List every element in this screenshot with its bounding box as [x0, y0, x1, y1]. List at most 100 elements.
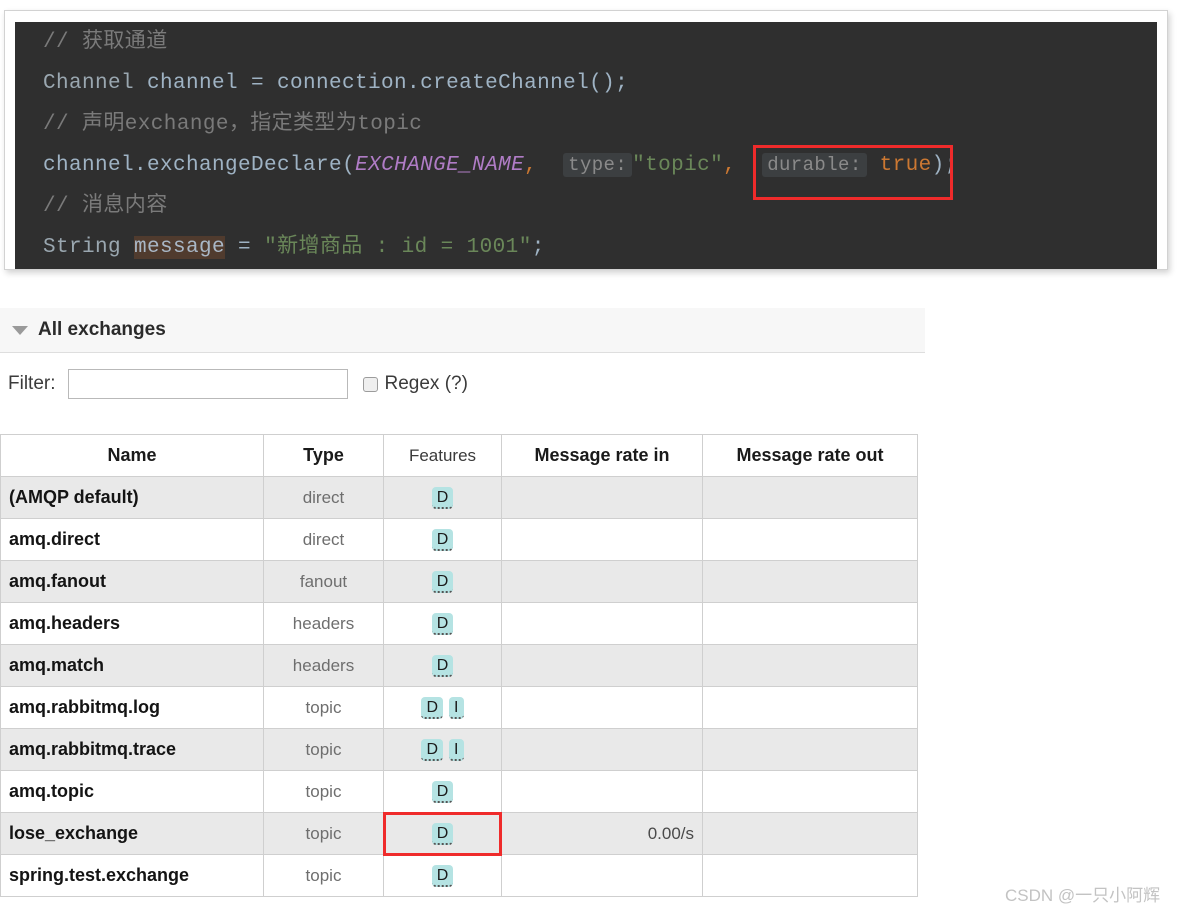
column-header-message-rate-in[interactable]: Message rate in — [501, 434, 703, 477]
code-token: , — [524, 154, 538, 177]
cell-features: D — [383, 476, 502, 519]
feature-badge-i[interactable]: I — [449, 696, 464, 719]
code-token: channel = connection. — [134, 72, 421, 95]
cell-message-rate-in — [501, 854, 703, 897]
code-line: // 获取通道 — [15, 22, 1157, 63]
cell-features: DI — [383, 728, 502, 771]
code-token: message — [134, 236, 226, 259]
cell-exchange-name[interactable]: amq.fanout — [0, 560, 264, 603]
table-row[interactable]: amq.direct direct D — [0, 518, 918, 561]
code-token: "topic" — [632, 154, 724, 177]
cell-exchange-name[interactable]: (AMQP default) — [0, 476, 264, 519]
code-token: String — [43, 236, 122, 259]
code-token: true — [866, 154, 932, 177]
regex-label[interactable]: Regex (?) — [385, 373, 468, 395]
cell-message-rate-out — [702, 518, 918, 561]
cell-exchange-name[interactable]: spring.test.exchange — [0, 854, 264, 897]
cell-features: DI — [383, 686, 502, 729]
cell-exchange-name[interactable]: amq.topic — [0, 770, 264, 813]
table-row[interactable]: spring.test.exchange topic D — [0, 854, 918, 897]
cell-message-rate-out — [702, 854, 918, 897]
feature-badge-d[interactable]: D — [421, 738, 444, 761]
cell-exchange-name[interactable]: lose_exchange — [0, 812, 264, 855]
cell-message-rate-in — [501, 644, 703, 687]
triangle-down-icon[interactable] — [12, 325, 28, 335]
code-token: (); — [589, 72, 629, 95]
watermark: CSDN @一只小阿辉 — [1005, 886, 1161, 905]
cell-exchange-type: topic — [263, 686, 384, 729]
feature-badge-d[interactable]: D — [431, 780, 454, 803]
code-token: type: — [563, 153, 633, 177]
code-token: , — [723, 154, 737, 177]
code-token: ( — [342, 154, 356, 177]
search-input[interactable] — [67, 369, 348, 399]
feature-badge-d[interactable]: D — [431, 822, 454, 845]
cell-message-rate-in — [501, 602, 703, 645]
cell-exchange-type: topic — [263, 812, 384, 855]
column-header-features: Features — [383, 434, 502, 477]
table-row[interactable]: amq.match headers D — [0, 644, 918, 687]
table-row[interactable]: amq.headers headers D — [0, 602, 918, 645]
code-token: exchangeDeclare — [147, 154, 343, 177]
page-title: All exchanges — [38, 319, 166, 340]
table-row[interactable]: amq.rabbitmq.trace topic D I — [0, 728, 918, 771]
cell-message-rate-out — [702, 728, 918, 771]
feature-badge-d[interactable]: D — [431, 528, 454, 551]
column-header-message-rate-out[interactable]: Message rate out — [702, 434, 918, 477]
feature-badge-d[interactable]: D — [431, 612, 454, 635]
cell-exchange-type: headers — [263, 644, 384, 687]
feature-badge-d[interactable]: D — [431, 864, 454, 887]
cell-exchange-name[interactable]: amq.rabbitmq.trace — [0, 728, 264, 771]
cell-exchange-type: topic — [263, 728, 384, 771]
code-token: // 消息内容 — [43, 195, 168, 218]
cell-message-rate-out — [702, 602, 918, 645]
cell-exchange-type: direct — [263, 476, 384, 519]
cell-exchange-type: direct — [263, 518, 384, 561]
table-header: Name Type Features Message rate in Messa… — [0, 434, 918, 477]
table-row[interactable]: (AMQP default) direct D — [0, 476, 918, 519]
table-row[interactable]: lose_exchange topic D 0.00/s — [0, 812, 918, 855]
cell-message-rate-in — [501, 728, 703, 771]
cell-message-rate-in — [501, 518, 703, 561]
cell-message-rate-out — [702, 686, 918, 729]
column-header-type[interactable]: Type — [263, 434, 384, 477]
feature-badge-d[interactable]: D — [431, 486, 454, 509]
table-row[interactable]: amq.topic topic D — [0, 770, 918, 813]
table-row[interactable]: amq.fanout fanout D — [0, 560, 918, 603]
feature-badge-d[interactable]: D — [431, 654, 454, 677]
all-exchanges-section-header[interactable]: All exchanges — [0, 308, 925, 353]
cell-message-rate-out — [702, 644, 918, 687]
code-screenshot: // 获取通道 Channel channel = connection.crea… — [4, 10, 1168, 270]
table-body: (AMQP default) direct Damq.direct direct Dam… — [0, 476, 918, 897]
regex-checkbox[interactable] — [362, 376, 378, 392]
cell-message-rate-in — [501, 686, 703, 729]
exchanges-table: Name Type Features Message rate in Messa… — [0, 434, 918, 897]
code-token: channel. — [43, 154, 148, 177]
cell-message-rate-out — [702, 476, 918, 519]
cell-exchange-name[interactable]: amq.rabbitmq.log — [0, 686, 264, 729]
column-header-name[interactable]: Name — [0, 434, 264, 477]
code-line: Channel channel = connection.createChann… — [15, 63, 1157, 104]
cell-features: D — [383, 560, 502, 603]
cell-exchange-name[interactable]: amq.direct — [0, 518, 264, 561]
feature-badge-i[interactable]: I — [449, 738, 464, 761]
code-token: = — [225, 236, 265, 259]
cell-message-rate-out — [702, 560, 918, 603]
code-line: // 声明exchange，指定类型为topic — [15, 104, 1157, 145]
cell-exchange-name[interactable]: amq.match — [0, 644, 264, 687]
code-token: Channel — [43, 72, 135, 95]
cell-exchange-name[interactable]: amq.headers — [0, 602, 264, 645]
cell-exchange-type: headers — [263, 602, 384, 645]
cell-features: D — [383, 602, 502, 645]
cell-features: D — [383, 518, 502, 561]
feature-badge-d[interactable]: D — [431, 570, 454, 593]
table-row[interactable]: amq.rabbitmq.log topic D I — [0, 686, 918, 729]
feature-badge-d[interactable]: D — [421, 696, 444, 719]
cell-exchange-type: topic — [263, 770, 384, 813]
cell-features: D — [383, 770, 502, 813]
code-token: EXCHANGE_NAME — [355, 154, 525, 177]
filter-toolbar: Filter: Regex (?) — [0, 368, 468, 400]
cell-features: D — [383, 812, 502, 855]
